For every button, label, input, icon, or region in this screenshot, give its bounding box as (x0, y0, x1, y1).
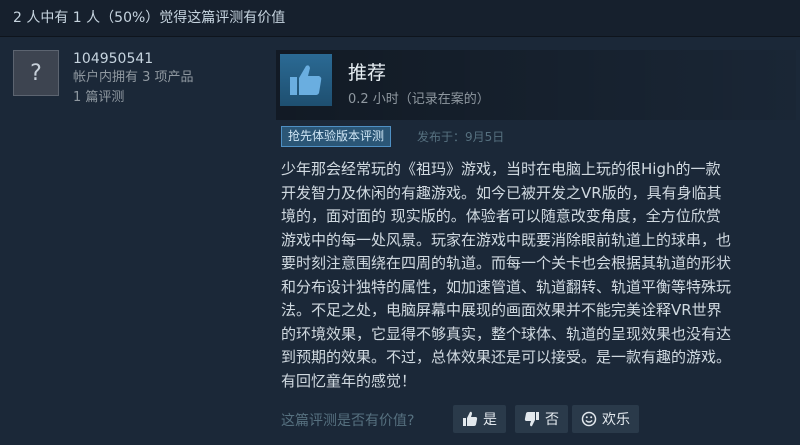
early-access-badge: 抢先体验版本评测 (281, 126, 392, 147)
review-header: 推荐 0.2 小时（记录在案的） (276, 50, 796, 120)
vote-no-label: 否 (545, 412, 559, 428)
posted-date: 发布于：9月5日 (417, 130, 505, 144)
recommendation-title: 推荐 (348, 62, 387, 84)
playtime: 0.2 小时（记录在案的） (348, 92, 490, 107)
helpful-question: 这篇评测是否有价值? (281, 413, 415, 429)
divider (0, 36, 800, 37)
vote-yes-label: 是 (483, 412, 497, 428)
author-name[interactable]: 104950541 (73, 50, 194, 68)
avatar-placeholder-icon: ? (30, 60, 42, 86)
smiley-icon (581, 411, 597, 427)
vote-no-button[interactable]: 否 (515, 405, 568, 433)
vote-yes-button[interactable]: 是 (453, 405, 506, 433)
thumbs-up-icon (280, 54, 332, 106)
vote-funny-label: 欢乐 (602, 412, 630, 428)
vote-funny-button[interactable]: 欢乐 (572, 405, 639, 433)
review-body: 少年那会经常玩的《祖玛》游戏，当时在电脑上玩的很High的一款 开发智力及休闲的… (281, 160, 732, 390)
author-products[interactable]: 帐户内拥有 3 项产品 (73, 68, 194, 88)
thumbs-up-icon (463, 411, 478, 426)
author-reviews[interactable]: 1 篇评测 (73, 88, 194, 108)
thumbs-down-icon (524, 412, 539, 427)
helpful-summary: 2 人中有 1 人（50%）觉得这篇评测有价值 (0, 0, 800, 36)
author-info: 104950541 帐户内拥有 3 项产品 1 篇评测 (73, 50, 194, 108)
avatar[interactable]: ? (13, 50, 59, 96)
